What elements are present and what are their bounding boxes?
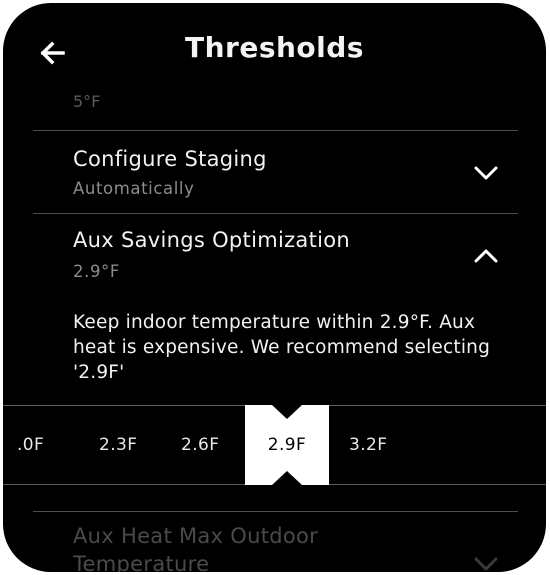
selector-bottom-notch (272, 471, 302, 485)
aux-heat-max-row[interactable]: Aux Heat Max Outdoor Temperature (3, 512, 546, 572)
configure-staging-title: Configure Staging (73, 147, 267, 171)
option-2-6[interactable]: 2.6F (181, 405, 219, 485)
chevron-down-icon[interactable] (471, 554, 501, 572)
configure-staging-row[interactable]: Configure Staging Automatically (3, 131, 546, 213)
aux-savings-value: 2.9°F (73, 262, 120, 281)
aux-heat-max-title: Aux Heat Max Outdoor Temperature (73, 524, 319, 572)
previous-row-value-partial: 5°F (73, 95, 101, 111)
thermostat-screen: Thresholds 5°F Configure Staging Automat… (3, 3, 546, 572)
option-3-2[interactable]: 3.2F (349, 405, 387, 485)
aux-savings-description: Keep indoor temperature within 2.9°F. Au… (73, 312, 491, 383)
page-title: Thresholds (185, 31, 364, 64)
selector-top-notch (272, 405, 302, 419)
chevron-up-icon[interactable] (471, 246, 501, 266)
aux-savings-title: Aux Savings Optimization (73, 228, 351, 252)
option-2-3[interactable]: 2.3F (99, 405, 137, 485)
chevron-down-icon[interactable] (471, 163, 501, 183)
threshold-selector[interactable]: .0F 2.3F 2.6F 2.9F 3.2F (3, 405, 546, 485)
option-partial[interactable]: .0F (17, 405, 44, 485)
header: Thresholds (3, 3, 546, 103)
configure-staging-value: Automatically (73, 179, 195, 198)
